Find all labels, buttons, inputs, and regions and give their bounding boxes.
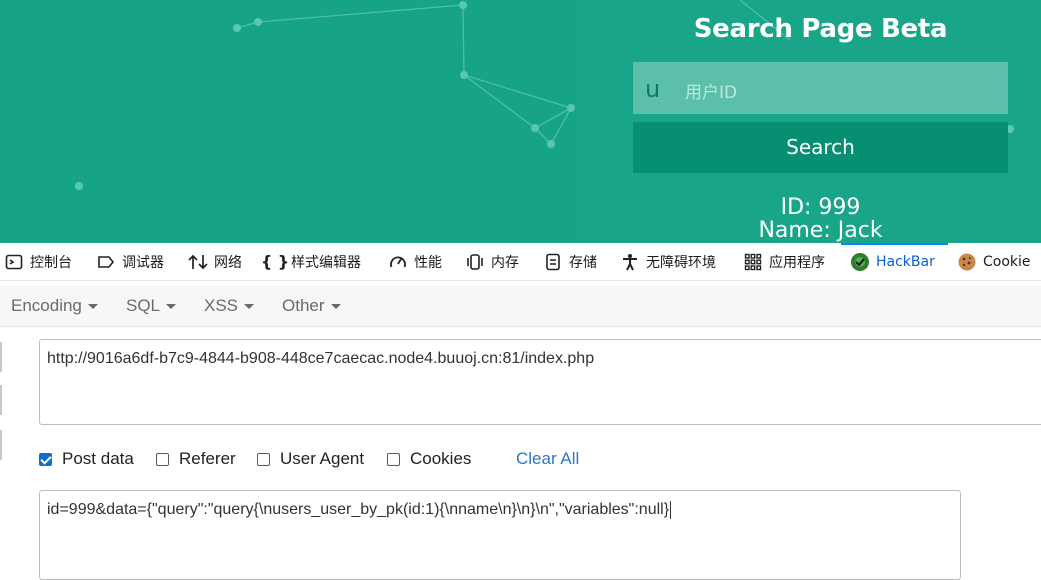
- chevron-down-icon: [244, 304, 255, 310]
- tab-label: 内存: [491, 254, 519, 271]
- hackbar-toolbar: Encoding SQL XSS Other: [0, 286, 1041, 327]
- tab-memory[interactable]: 内存: [465, 243, 519, 280]
- post-data-text: id=999&data={"query":"query{\nusers_user…: [47, 501, 670, 519]
- tab-label: 应用程序: [769, 254, 825, 271]
- action-button-edge[interactable]: [0, 430, 2, 460]
- result-name: Name: Jack: [758, 218, 883, 243]
- checkbox-checked[interactable]: [39, 452, 52, 466]
- tab-accessibility[interactable]: 无障碍环境: [620, 243, 716, 280]
- accessibility-icon: [620, 252, 640, 272]
- checkbox[interactable]: [387, 452, 400, 466]
- user-id-placeholder: 用户ID: [685, 83, 738, 103]
- checkbox[interactable]: [156, 452, 169, 466]
- tab-storage[interactable]: 存储: [543, 243, 597, 280]
- action-button-edge[interactable]: [0, 342, 2, 372]
- performance-icon: [388, 252, 408, 272]
- search-button[interactable]: Search: [633, 122, 1008, 173]
- cookies-checkbox[interactable]: Cookies: [387, 449, 471, 469]
- menu-sql[interactable]: SQL: [126, 296, 177, 316]
- tab-style-editor[interactable]: { } 样式编辑器: [260, 243, 361, 280]
- menu-xss[interactable]: XSS: [204, 296, 255, 316]
- referer-checkbox[interactable]: Referer: [156, 449, 236, 469]
- tab-label: HackBar: [876, 253, 935, 270]
- debugger-icon: [96, 252, 116, 272]
- chevron-down-icon: [166, 304, 177, 310]
- menu-label: Other: [282, 296, 325, 315]
- option-label: User Agent: [280, 449, 365, 468]
- tab-label: 网络: [214, 254, 242, 271]
- option-label: Cookies: [410, 449, 472, 468]
- user-agent-checkbox[interactable]: User Agent: [257, 449, 364, 469]
- network-icon: [188, 252, 208, 272]
- tab-label: 调试器: [122, 254, 164, 271]
- checkbox[interactable]: [257, 452, 270, 466]
- action-button-edge[interactable]: [0, 385, 2, 415]
- tab-label: 样式编辑器: [291, 254, 361, 271]
- application-icon: [743, 252, 763, 272]
- memory-icon: [465, 252, 485, 272]
- menu-label: SQL: [126, 296, 161, 315]
- tab-network[interactable]: 网络: [188, 243, 242, 280]
- devtools-tab-bar: 控制台 调试器 网络 { } 样式编辑器 性能 内存 存储 无障碍环境 应用程序…: [0, 243, 1041, 281]
- option-label: Post data: [62, 449, 134, 468]
- menu-label: XSS: [204, 296, 239, 315]
- tab-label: 控制台: [30, 254, 72, 271]
- result-id: ID: 999: [780, 195, 861, 220]
- text-cursor: [670, 501, 672, 519]
- tab-label: 无障碍环境: [646, 254, 716, 271]
- chevron-down-icon: [330, 304, 341, 310]
- tab-label: Cookie: [983, 253, 1031, 270]
- style-editor-icon: { }: [260, 252, 290, 271]
- tab-application[interactable]: 应用程序: [743, 243, 825, 280]
- menu-label: Encoding: [11, 296, 82, 315]
- tab-label: 存储: [569, 254, 597, 271]
- page-title: Search Page Beta: [693, 14, 948, 44]
- url-input[interactable]: http://9016a6df-b7c9-4844-b908-448ce7cae…: [39, 339, 1041, 425]
- console-icon: [4, 252, 24, 272]
- menu-other[interactable]: Other: [282, 296, 341, 316]
- active-tab-indicator: [841, 243, 948, 245]
- tab-performance[interactable]: 性能: [388, 243, 442, 280]
- post-data-input[interactable]: id=999&data={"query":"query{\nusers_user…: [39, 490, 961, 580]
- url-text: http://9016a6df-b7c9-4844-b908-448ce7cae…: [47, 350, 595, 367]
- tab-cookie[interactable]: Cookie: [957, 243, 1031, 280]
- storage-icon: [543, 252, 563, 272]
- post-data-checkbox[interactable]: Post data: [39, 449, 134, 469]
- chevron-down-icon: [87, 304, 98, 310]
- clear-all-button[interactable]: Clear All: [516, 449, 579, 469]
- tab-hackbar[interactable]: HackBar: [850, 243, 935, 280]
- user-icon: u: [645, 75, 661, 103]
- web-page: Search Page Beta u 用户ID Search ID: 999 N…: [0, 0, 1041, 243]
- tab-console[interactable]: 控制台: [4, 243, 72, 280]
- cookie-icon: [957, 252, 977, 272]
- tab-label: 性能: [414, 254, 442, 271]
- tab-debugger[interactable]: 调试器: [96, 243, 164, 280]
- user-id-input[interactable]: u 用户ID: [633, 62, 1008, 114]
- option-label: Referer: [179, 449, 236, 468]
- hackbar-icon: [850, 252, 870, 272]
- menu-encoding[interactable]: Encoding: [11, 296, 98, 316]
